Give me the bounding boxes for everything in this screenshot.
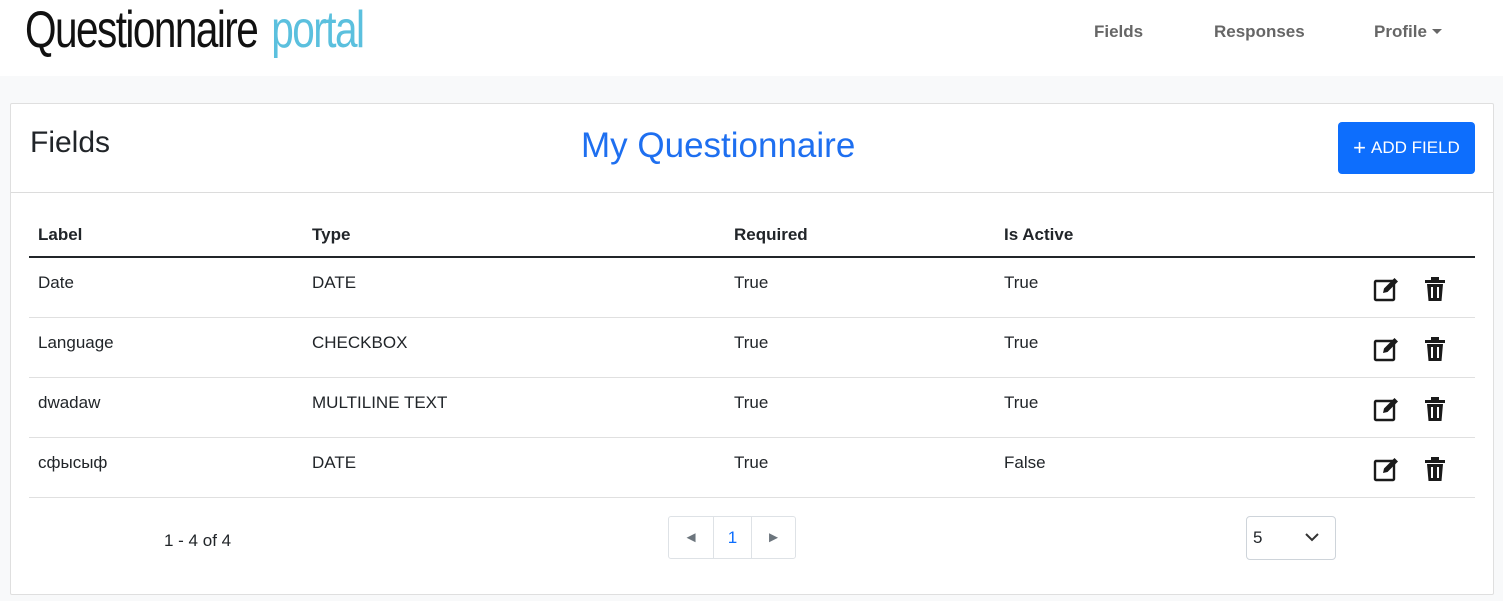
cell-type: MULTILINE TEXT: [312, 393, 448, 412]
next-arrow-icon: ►: [766, 529, 781, 546]
brand-logo[interactable]: Questionnaire portal: [25, 0, 365, 62]
brand-accent-text: portal: [271, 1, 365, 59]
trash-icon[interactable]: [1421, 335, 1449, 363]
fields-card: Fields My Questionnaire + ADD FIELD Labe…: [10, 103, 1494, 595]
caret-down-icon: [1431, 29, 1442, 34]
header-type: Type: [312, 225, 351, 244]
chevron-down-icon: [1305, 533, 1319, 542]
cell-label: сфысыф: [38, 453, 108, 472]
table-row: сфысыф DATE True False: [29, 438, 1475, 498]
cell-is-active: False: [1004, 453, 1046, 472]
trash-icon[interactable]: [1421, 395, 1449, 423]
navbar: Questionnaire portal Fields Responses Pr…: [0, 0, 1503, 76]
card-header: Fields My Questionnaire + ADD FIELD: [11, 104, 1493, 193]
nav-profile-label: Profile: [1374, 22, 1427, 41]
nav-fields[interactable]: Fields: [1094, 22, 1143, 42]
brand-main-text: Questionnaire: [25, 1, 259, 59]
table-row: Date DATE True True: [29, 258, 1475, 318]
cell-type: DATE: [312, 453, 357, 472]
cell-required: True: [734, 333, 769, 352]
prev-page-button[interactable]: ◄: [669, 517, 713, 558]
cell-is-active: True: [1004, 333, 1039, 352]
table-row: Language CHECKBOX True True: [29, 318, 1475, 378]
cell-required: True: [734, 273, 769, 292]
cell-label: dwadaw: [38, 393, 101, 412]
page-title: Fields: [30, 126, 111, 159]
page-size-select[interactable]: 5: [1246, 516, 1336, 560]
cell-label: Language: [38, 333, 114, 352]
cell-required: True: [734, 453, 769, 472]
add-field-button[interactable]: + ADD FIELD: [1338, 122, 1475, 174]
add-field-label: ADD FIELD: [1371, 138, 1460, 157]
cell-label: Date: [38, 273, 74, 292]
edit-icon[interactable]: [1372, 335, 1400, 363]
fields-table: Label Type Required Is Active Date DATE …: [29, 212, 1475, 498]
header-is-active: Is Active: [1004, 225, 1074, 244]
cell-is-active: True: [1004, 393, 1039, 412]
table-row: dwadaw MULTILINE TEXT True True: [29, 378, 1475, 438]
trash-icon[interactable]: [1421, 275, 1449, 303]
cell-type: CHECKBOX: [312, 333, 408, 352]
header-required: Required: [734, 225, 808, 244]
plus-icon: +: [1353, 135, 1367, 160]
cell-required: True: [734, 393, 769, 412]
nav-profile-dropdown[interactable]: Profile: [1374, 22, 1442, 42]
page-number-button[interactable]: 1: [713, 517, 751, 558]
table-header: Label Type Required Is Active: [29, 212, 1475, 258]
pagination-range: 1 - 4 of 4: [164, 531, 232, 550]
page-size-value: 5: [1253, 528, 1263, 547]
nav-responses[interactable]: Responses: [1214, 22, 1305, 42]
cell-type: DATE: [312, 273, 357, 292]
cell-is-active: True: [1004, 273, 1039, 292]
edit-icon[interactable]: [1372, 275, 1400, 303]
header-label: Label: [38, 225, 83, 244]
edit-icon[interactable]: [1372, 455, 1400, 483]
edit-icon[interactable]: [1372, 395, 1400, 423]
prev-arrow-icon: ◄: [683, 529, 699, 546]
trash-icon[interactable]: [1421, 455, 1449, 483]
next-page-button[interactable]: ►: [751, 517, 795, 558]
pagination: ◄ 1 ►: [668, 516, 796, 559]
questionnaire-title: My Questionnaire: [581, 126, 856, 165]
